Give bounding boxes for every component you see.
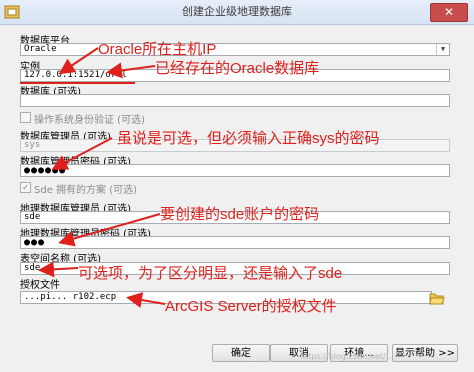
annotation-sys-password: 虽说是可选，但必须输入正确sys的密码 xyxy=(117,130,380,147)
chevron-down-icon[interactable]: ▼ xyxy=(436,44,449,55)
folder-open-icon[interactable] xyxy=(429,290,445,306)
show-help-button[interactable]: 显示帮助 >> xyxy=(392,344,458,362)
ok-button[interactable]: 确定 xyxy=(212,344,270,362)
annotation-sde-password: 要创建的sde账户的密码 xyxy=(160,206,320,223)
platform-select[interactable]: Oracle ▼ xyxy=(20,43,450,56)
annotation-tablespace: 可选项，为了区分明显，还是输入了sde xyxy=(78,265,343,282)
os-auth-checkbox[interactable] xyxy=(20,112,31,123)
sde-schema-checkbox[interactable]: ✓ xyxy=(20,182,31,193)
gdb-admin-password-input[interactable]: ●●● xyxy=(20,236,450,249)
close-button[interactable]: ✕ xyxy=(430,3,468,22)
auth-file-value: ...pi... r102.ecp xyxy=(24,292,117,302)
db-admin-value: sys xyxy=(24,140,41,150)
db-admin-password-input[interactable]: ●●●●●● xyxy=(20,164,450,177)
database-input[interactable] xyxy=(20,94,450,107)
db-admin-password-value: ●●●●●● xyxy=(24,165,67,176)
auth-file-label: 授权文件 xyxy=(20,280,60,291)
tablespace-value: sde xyxy=(24,263,41,273)
gdb-admin-value: sde xyxy=(24,212,41,222)
instance-value: 127.0.0.1:1521/orcl xyxy=(24,70,127,80)
platform-value: Oracle xyxy=(24,44,57,54)
annotation-existing-db: 已经存在的Oracle数据库 xyxy=(155,60,320,77)
gdb-admin-password-value: ●●● xyxy=(24,237,46,248)
sde-schema-label: Sde 拥有的方案 (可选) xyxy=(34,185,138,196)
window-title: 创建企业级地理数据库 xyxy=(182,5,292,18)
title-bar: 创建企业级地理数据库 ✕ xyxy=(0,0,474,25)
annotation-host-ip: Oracle所在主机IP xyxy=(98,41,217,58)
os-auth-label: 操作系统身份验证 (可选) xyxy=(34,115,145,126)
watermark: https://blog.csdn.net/... xyxy=(300,352,394,361)
annotation-auth-file: ArcGIS Server的授权文件 xyxy=(165,298,337,315)
